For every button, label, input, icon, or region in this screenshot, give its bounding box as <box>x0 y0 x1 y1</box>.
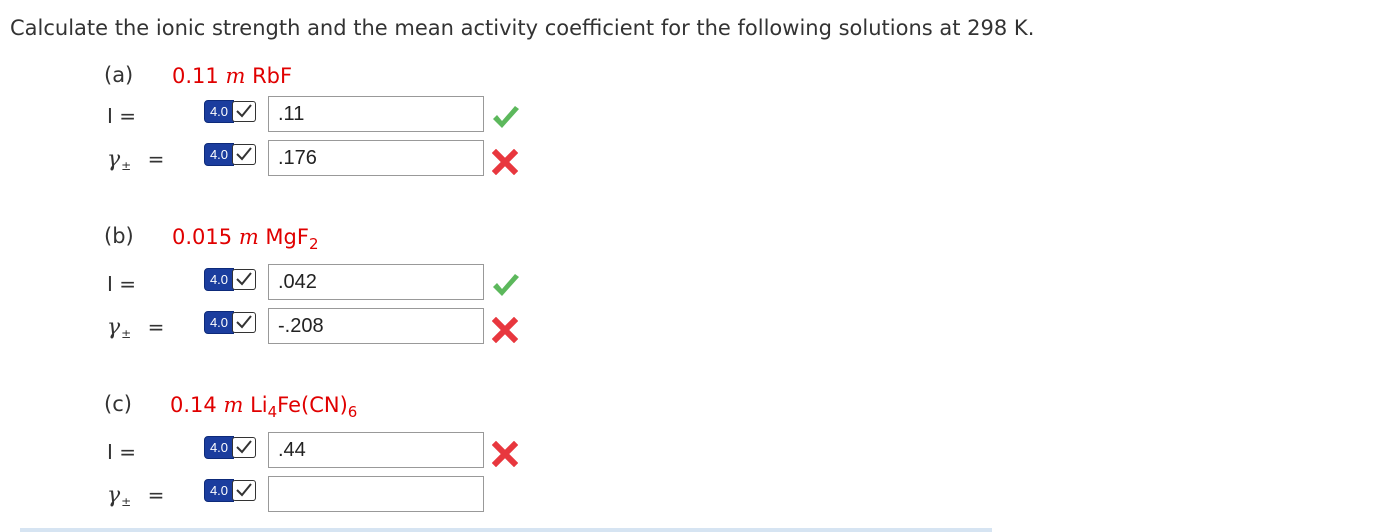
part-b-compound: 0.015 m MgF2 <box>172 225 319 253</box>
part-c-ionic-badge: 4.0 <box>204 435 258 459</box>
badge-value: 4.0 <box>204 267 234 291</box>
part-c-label: (c) <box>104 392 132 416</box>
badge-value: 4.0 <box>204 99 234 123</box>
part-a-ionic-label: I = <box>107 104 137 128</box>
part-c-formula: Li <box>250 393 268 417</box>
checkbox-check-icon <box>232 311 256 333</box>
part-a-unit: m <box>225 64 246 88</box>
part-b-gamma-input[interactable]: -.208 <box>268 308 484 344</box>
part-c-unit: m <box>223 393 244 417</box>
part-b-ionic-label: I = <box>107 272 137 296</box>
badge-value: 4.0 <box>204 310 234 334</box>
part-b-ionic-badge: 4.0 <box>204 267 258 291</box>
part-b-unit: m <box>238 225 259 249</box>
red-x-icon <box>491 148 519 179</box>
red-x-icon <box>491 316 519 347</box>
checkbox-check-icon <box>232 100 256 122</box>
checkbox-check-icon <box>232 143 256 165</box>
part-c-gamma-badge: 4.0 <box>204 478 258 502</box>
badge-value: 4.0 <box>204 142 234 166</box>
part-c-compound: 0.14 m Li4Fe(CN)6 <box>170 393 358 421</box>
part-a-ionic-input[interactable]: .11 <box>268 96 484 132</box>
part-b-formula: MgF <box>265 225 309 249</box>
badge-value: 4.0 <box>204 478 234 502</box>
checkbox-check-icon <box>232 479 256 501</box>
question-text: Calculate the ionic strength and the mea… <box>10 16 1035 40</box>
bottom-divider <box>20 528 992 532</box>
part-a-ionic-badge: 4.0 <box>204 99 258 123</box>
part-a-gamma-badge: 4.0 <box>204 142 258 166</box>
part-c-amount: 0.14 <box>170 393 217 417</box>
part-b-label: (b) <box>104 224 134 248</box>
part-b-ionic-input[interactable]: .042 <box>268 264 484 300</box>
checkbox-check-icon <box>232 436 256 458</box>
part-c-gamma-input[interactable] <box>268 476 484 512</box>
part-c-ionic-label: I = <box>107 440 137 464</box>
green-check-icon <box>490 104 522 136</box>
part-b-gamma-label: γ± = <box>107 315 165 341</box>
badge-value: 4.0 <box>204 435 234 459</box>
part-a-amount: 0.11 <box>172 64 219 88</box>
green-check-icon <box>490 272 522 304</box>
part-c-ionic-input[interactable]: .44 <box>268 432 484 468</box>
part-a-gamma-input[interactable]: .176 <box>268 140 484 176</box>
part-b-amount: 0.015 <box>172 225 233 249</box>
part-a-compound: 0.11 m RbF <box>172 64 292 88</box>
part-b-gamma-badge: 4.0 <box>204 310 258 334</box>
part-a-label: (a) <box>104 63 134 87</box>
part-a-formula: RbF <box>252 64 293 88</box>
red-x-icon <box>491 440 519 471</box>
checkbox-check-icon <box>232 268 256 290</box>
part-a-gamma-label: γ± = <box>107 147 165 173</box>
part-c-gamma-label: γ± = <box>107 483 165 509</box>
